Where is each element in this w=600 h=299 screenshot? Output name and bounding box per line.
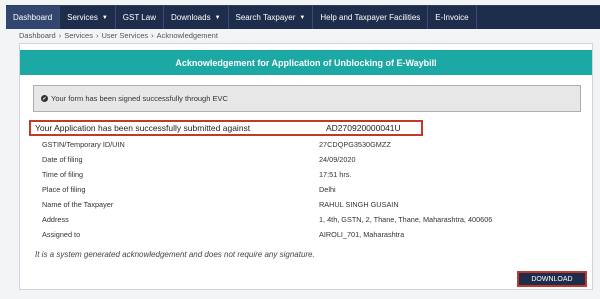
detail-value: 17:51 hrs. <box>319 170 352 179</box>
acknowledgement-card: Acknowledgement for Application of Unblo… <box>19 43 593 290</box>
nav-label: GST Law <box>122 13 156 22</box>
card-title: Acknowledgement for Application of Unblo… <box>20 50 592 75</box>
detail-row-taxpayer-name: Name of the Taxpayer RAHUL SINGH GUSAIN <box>20 198 594 212</box>
ack-number: AD270920000041U <box>326 123 401 133</box>
detail-label: Assigned to <box>42 230 81 239</box>
download-button[interactable]: DOWNLOAD <box>517 271 587 287</box>
caret-down-icon: ▼ <box>101 14 108 21</box>
breadcrumb-acknowledgement: Acknowledgement <box>156 31 218 40</box>
detail-label: Address <box>42 215 69 224</box>
nav-dashboard[interactable]: Dashboard <box>6 6 61 29</box>
detail-value: 27CDQPG3530GMZZ <box>319 140 391 149</box>
nav-label: Search Taxpayer <box>235 13 296 22</box>
nav-search-taxpayer[interactable]: Search Taxpayer ▼ <box>229 6 314 29</box>
detail-label: Name of the Taxpayer <box>42 200 114 209</box>
success-alert: ✔ Your form has been signed successfully… <box>33 85 581 112</box>
detail-value: 24/09/2020 <box>319 155 356 164</box>
detail-row-gstin: GSTIN/Temporary ID/UIN 27CDQPG3530GMZZ <box>20 138 594 152</box>
nav-label: Dashboard <box>13 13 53 22</box>
detail-label: Date of filing <box>42 155 83 164</box>
top-nav-bar: Dashboard Services ▼ GST Law Downloads ▼ S… <box>6 5 600 29</box>
breadcrumb-user-services[interactable]: User Services <box>101 31 148 40</box>
detail-row-time: Time of filing 17:51 hrs. <box>20 168 594 182</box>
detail-value: 1, 4th, GSTN, 2, Thane, Thane, Maharasht… <box>319 215 493 224</box>
nav-help-facilities[interactable]: Help and Taxpayer Facilities <box>313 6 429 29</box>
system-generated-note: It is a system generated acknowledgement… <box>35 250 315 259</box>
alert-text: Your form has been signed successfully t… <box>51 94 228 103</box>
ack-label: Your Application has been successfully s… <box>35 123 251 133</box>
nav-services[interactable]: Services ▼ <box>60 6 116 29</box>
nav-label: Help and Taxpayer Facilities <box>320 13 421 22</box>
breadcrumb: Dashboard › Services › User Services › Acknowl… <box>19 31 218 40</box>
breadcrumb-separator: › <box>95 31 99 40</box>
detail-row-address: Address 1, 4th, GSTN, 2, Thane, Thane, M… <box>20 213 594 227</box>
caret-down-icon: ▼ <box>214 14 221 21</box>
nav-label: E-Invoice <box>435 13 469 22</box>
detail-row-place: Place of filing Delhi <box>20 183 594 197</box>
nav-downloads[interactable]: Downloads ▼ <box>164 6 229 29</box>
nav-e-invoice[interactable]: E-Invoice <box>428 6 477 29</box>
detail-label: Place of filing <box>42 185 86 194</box>
breadcrumb-separator: › <box>151 31 154 40</box>
detail-row-assigned-to: Assigned to AIROLI_701, Maharashtra <box>20 228 594 242</box>
detail-label: Time of filing <box>42 170 84 179</box>
detail-value: Delhi <box>319 185 336 194</box>
caret-down-icon: ▼ <box>299 14 306 21</box>
check-circle-icon: ✔ <box>41 95 48 102</box>
acknowledgement-highlight: Your Application has been successfully s… <box>29 120 423 136</box>
breadcrumb-dashboard[interactable]: Dashboard <box>19 31 56 40</box>
breadcrumb-separator: › <box>58 31 62 40</box>
nav-gst-law[interactable]: GST Law <box>116 6 164 29</box>
nav-label: Services <box>67 13 98 22</box>
detail-value: AIROLI_701, Maharashtra <box>319 230 405 239</box>
detail-label: GSTIN/Temporary ID/UIN <box>42 140 125 149</box>
detail-value: RAHUL SINGH GUSAIN <box>319 200 399 209</box>
nav-label: Downloads <box>170 13 211 22</box>
detail-row-date: Date of filing 24/09/2020 <box>20 153 594 167</box>
breadcrumb-services[interactable]: Services <box>64 31 93 40</box>
